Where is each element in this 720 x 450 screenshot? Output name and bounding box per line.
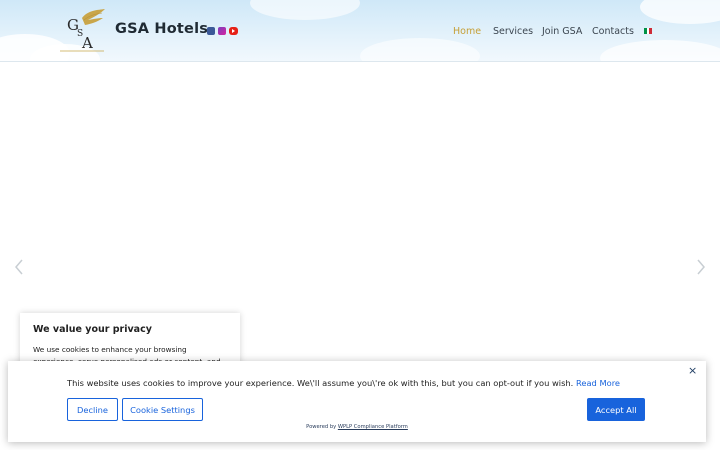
powered-by-link[interactable]: WPLP Compliance Platform [338,424,408,430]
instagram-icon[interactable] [218,27,226,35]
youtube-icon[interactable] [229,27,238,35]
gsa-logo[interactable]: G S A [58,8,106,54]
read-more-link[interactable]: Read More [576,378,620,388]
privacy-title: We value your privacy [33,324,152,335]
cookie-consent-bar: × This website uses cookies to improve y… [8,361,706,442]
nav-item-services[interactable]: Services [493,26,533,37]
social-links [207,27,238,35]
cloud-decoration [640,0,720,24]
slider-prev-arrow-icon[interactable] [14,259,24,275]
powered-by-label: Powered by [306,424,337,430]
brand-name[interactable]: GSA Hotels [115,21,208,37]
italian-flag-icon[interactable] [644,28,653,34]
nav-item-contacts[interactable]: Contacts [592,26,634,37]
cookie-message-text: This website uses cookies to improve you… [67,378,574,388]
cookie-settings-button[interactable]: Cookie Settings [122,398,203,421]
facebook-icon[interactable] [207,27,215,35]
accept-all-button[interactable]: Accept All [587,398,645,421]
nav-item-home[interactable]: Home [453,26,481,37]
powered-by: Powered by WPLP Compliance Platform [8,424,706,430]
slider-next-arrow-icon[interactable] [696,259,706,275]
close-icon[interactable]: × [688,364,697,377]
logo-letter: A [81,34,93,52]
site-header: G S A GSA Hotels Home Services Join GSA … [0,0,720,62]
cloud-decoration [250,0,360,20]
cloud-decoration [360,38,480,61]
cookie-message: This website uses cookies to improve you… [67,378,620,388]
decline-button[interactable]: Decline [67,398,118,421]
cloud-decoration [600,40,720,61]
nav-item-join-gsa[interactable]: Join GSA [542,26,582,37]
